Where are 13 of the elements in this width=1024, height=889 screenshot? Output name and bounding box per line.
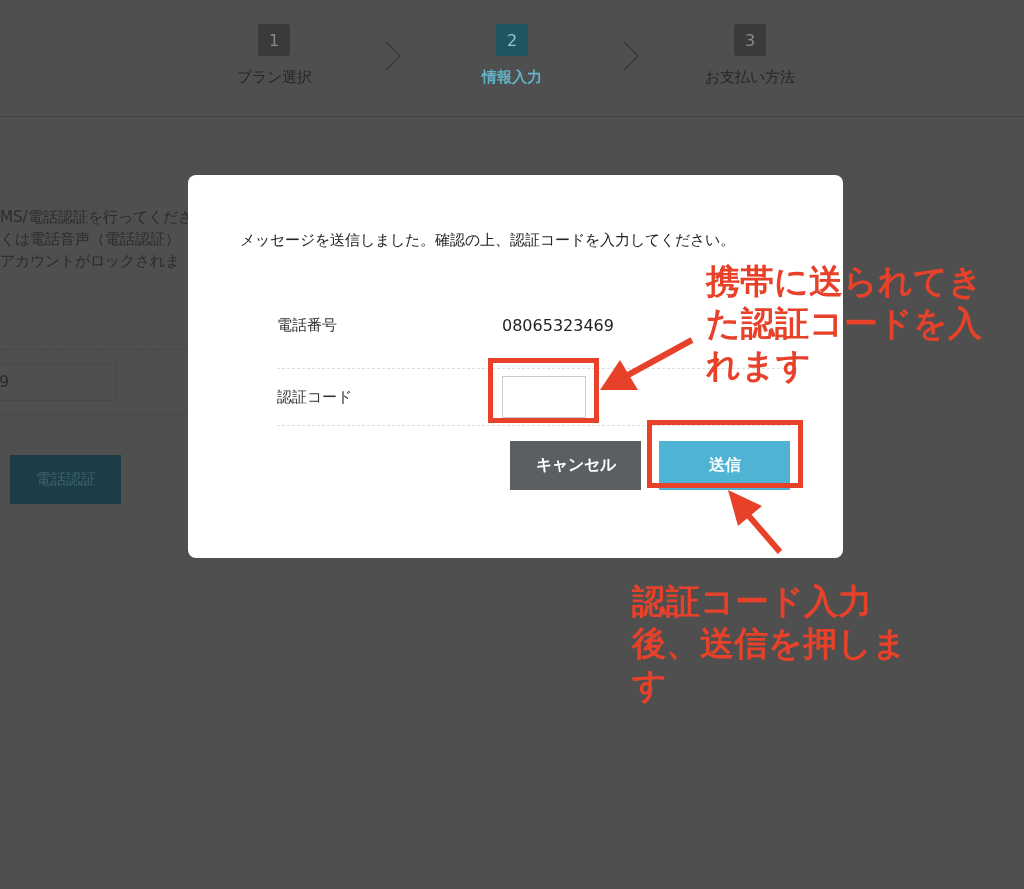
dialog-message: メッセージを送信しました。確認の上、認証コードを入力してください。 — [240, 231, 736, 250]
step-number: 3 — [734, 24, 766, 56]
step-label: 情報入力 — [482, 68, 542, 87]
cancel-button[interactable]: キャンセル — [510, 441, 641, 490]
field-label: 認証コード — [277, 387, 353, 407]
phone-number: 08065323469 — [502, 316, 614, 335]
step-number: 2 — [496, 24, 528, 56]
callout-arrow — [728, 490, 783, 554]
field-label: 電話番号 — [277, 316, 338, 335]
code-input-field[interactable] — [502, 376, 586, 418]
annotation-text: 携帯に送られてきた認証コードを入れます — [706, 260, 984, 386]
annotation-text: 認証コード入力後、送信を押します — [632, 580, 908, 706]
step-number: 1 — [258, 24, 290, 56]
